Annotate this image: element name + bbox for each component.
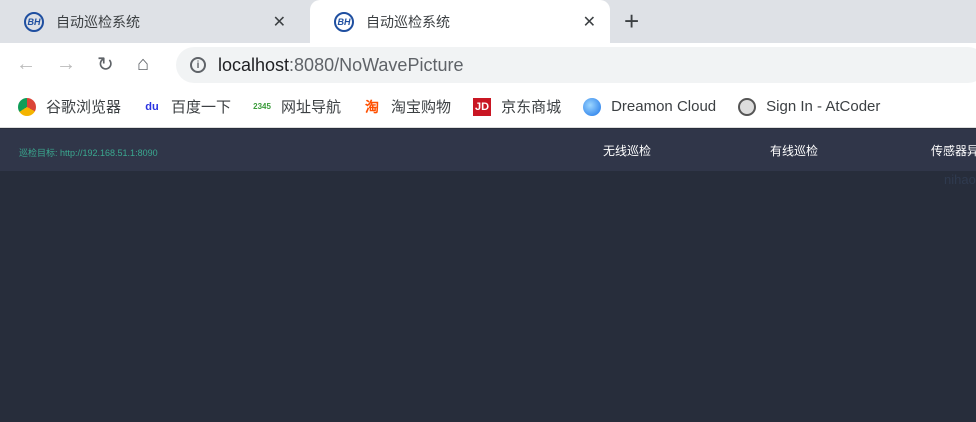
forward-icon[interactable]: → — [56, 53, 76, 76]
taobao-icon: 淘 — [365, 98, 380, 115]
tab-strip: BH 自动巡检系统 ✕ BH 自动巡检系统 ✕ + — [0, 0, 976, 43]
bookmark-jd[interactable]: JD 京东商城 — [473, 96, 561, 117]
bookmark-label: Dreamon Cloud — [611, 98, 717, 115]
baidu-icon: du — [145, 100, 159, 113]
close-icon[interactable]: ✕ — [273, 12, 286, 32]
tab-title: 自动巡检系统 — [56, 13, 140, 30]
browser-tab-active[interactable]: BH 自动巡检系统 ✕ — [310, 0, 610, 43]
bh-logo-icon: BH — [24, 11, 44, 32]
bookmark-label: 百度一下 — [171, 99, 232, 116]
tab-title: 自动巡检系统 — [366, 13, 450, 30]
info-icon[interactable]: i — [190, 57, 206, 73]
url-path: :8080/NoWavePicture — [289, 54, 464, 75]
inspection-target: 巡检目标: http://192.168.51.1:8090 — [19, 148, 158, 158]
bookmarks-bar: 谷歌浏览器 du 百度一下 2345 网址导航 淘淘宝购物 JD 京东商城 Dream… — [0, 86, 976, 128]
browser-tab[interactable]: BH 自动巡检系统 ✕ — [0, 0, 300, 43]
menu-sensor-anomaly[interactable]: 传感器异 — [931, 142, 976, 159]
atcoder-icon — [738, 97, 757, 116]
close-icon[interactable]: ✕ — [583, 12, 596, 32]
2345-icon: 2345 — [253, 102, 271, 111]
nihao-text: nihao — [944, 172, 976, 187]
chrome-icon — [18, 97, 36, 116]
url-host: localhost — [218, 54, 290, 75]
address-bar[interactable]: i localhost :8080/NoWavePicture — [176, 47, 976, 83]
back-icon[interactable]: ← — [16, 53, 36, 76]
new-tab-button[interactable]: + — [624, 6, 639, 37]
bookmark-baidu[interactable]: du 百度一下 — [143, 96, 231, 117]
bookmark-chrome[interactable]: 谷歌浏览器 — [18, 96, 121, 117]
app-header: 巡检目标: http://192.168.51.1:8090 无线巡检 有线巡检… — [0, 129, 976, 171]
bookmark-label: 京东商城 — [501, 99, 562, 116]
home-icon[interactable]: ⌂ — [137, 53, 149, 76]
jd-icon: JD — [473, 97, 492, 116]
bookmark-label: Sign In - AtCoder — [766, 98, 881, 115]
bookmark-label: 淘宝购物 — [391, 99, 452, 116]
menu-wireless-inspection[interactable]: 无线巡检 — [603, 142, 651, 159]
bookmark-label: 谷歌浏览器 — [46, 99, 122, 116]
reload-icon[interactable]: ↻ — [97, 52, 114, 77]
bookmark-label: 网址导航 — [281, 99, 342, 116]
dreamon-icon — [583, 97, 602, 116]
bh-logo-icon: BH — [334, 11, 354, 32]
menu-wired-inspection[interactable]: 有线巡检 — [770, 142, 818, 159]
bookmark-2345[interactable]: 2345 网址导航 — [253, 96, 341, 117]
bookmark-dreamon[interactable]: Dreamon Cloud — [583, 97, 717, 116]
browser-toolbar: ← → ↻ ⌂ i localhost :8080/NoWavePicture — [0, 43, 976, 86]
bookmark-atcoder[interactable]: Sign In - AtCoder — [738, 97, 881, 116]
bookmark-taobao[interactable]: 淘淘宝购物 — [363, 96, 451, 117]
